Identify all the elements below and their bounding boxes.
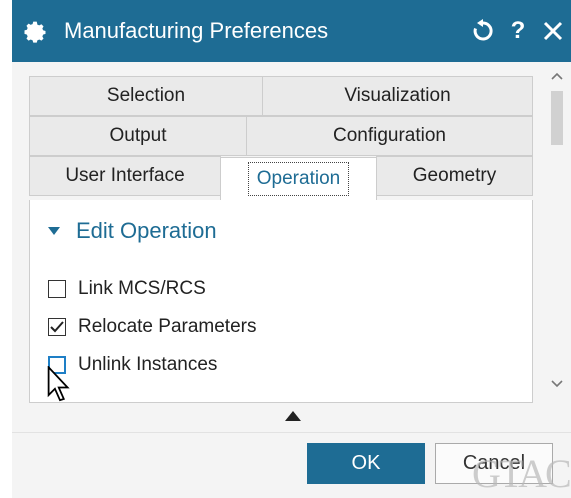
scrollbar-thumb[interactable] <box>551 91 563 145</box>
window-title: Manufacturing Preferences <box>64 18 329 43</box>
scroll-up-arrow-icon[interactable] <box>549 68 565 84</box>
relocate-parameters-option[interactable]: Relocate Parameters <box>48 316 256 338</box>
tab-bar: Selection Visualization Output Configura… <box>29 76 533 200</box>
title-bar: Manufacturing Preferences ? <box>12 0 571 62</box>
tab-selection[interactable]: Selection <box>29 76 263 116</box>
tab-label: User Interface <box>65 165 185 186</box>
mouse-pointer-icon <box>47 366 70 402</box>
link-mcs-rcs-checkbox[interactable] <box>48 280 66 298</box>
help-button[interactable]: ? <box>506 14 530 48</box>
vertical-scrollbar[interactable] <box>545 62 569 403</box>
tab-visualization[interactable]: Visualization <box>262 76 533 116</box>
option-label: Relocate Parameters <box>78 316 257 337</box>
dialog-body: Selection Visualization Output Configura… <box>12 62 571 498</box>
tab-label: Selection <box>106 85 186 106</box>
close-icon <box>543 21 563 41</box>
tab-operation[interactable]: Operation <box>220 157 377 200</box>
tab-label: Operation <box>247 162 350 196</box>
option-label: Link MCS/RCS <box>78 278 206 299</box>
tab-label: Configuration <box>332 125 447 146</box>
collapse-up-arrow-icon[interactable] <box>283 410 303 422</box>
reset-button[interactable] <box>468 14 498 48</box>
close-button[interactable] <box>538 14 568 48</box>
reset-icon <box>473 19 493 41</box>
edit-operation-group-header[interactable]: Edit Operation <box>48 218 217 244</box>
gear-icon <box>24 21 46 43</box>
tab-geometry[interactable]: Geometry <box>376 156 533 196</box>
relocate-parameters-checkbox[interactable] <box>48 318 66 336</box>
operation-panel: Edit Operation Link MCS/RCS Relocate Par… <box>29 200 533 403</box>
option-label: Unlink Instances <box>78 354 218 375</box>
expand-triangle-icon <box>48 227 60 235</box>
scroll-down-arrow-icon[interactable] <box>549 376 565 392</box>
unlink-instances-option[interactable]: Unlink Instances <box>48 354 217 376</box>
watermark: GTAC <box>472 451 571 496</box>
tab-label: Output <box>109 125 167 146</box>
tab-label: Geometry <box>412 165 497 186</box>
link-mcs-rcs-option[interactable]: Link MCS/RCS <box>48 278 206 300</box>
checkmark-icon <box>50 321 64 333</box>
section-title: Edit Operation <box>76 218 217 243</box>
footer-divider <box>12 432 571 433</box>
tab-configuration[interactable]: Configuration <box>246 116 533 156</box>
tab-output[interactable]: Output <box>29 116 247 156</box>
tab-user-interface[interactable]: User Interface <box>29 156 221 196</box>
ok-button[interactable]: OK <box>307 443 425 484</box>
tab-label: Visualization <box>344 85 451 106</box>
